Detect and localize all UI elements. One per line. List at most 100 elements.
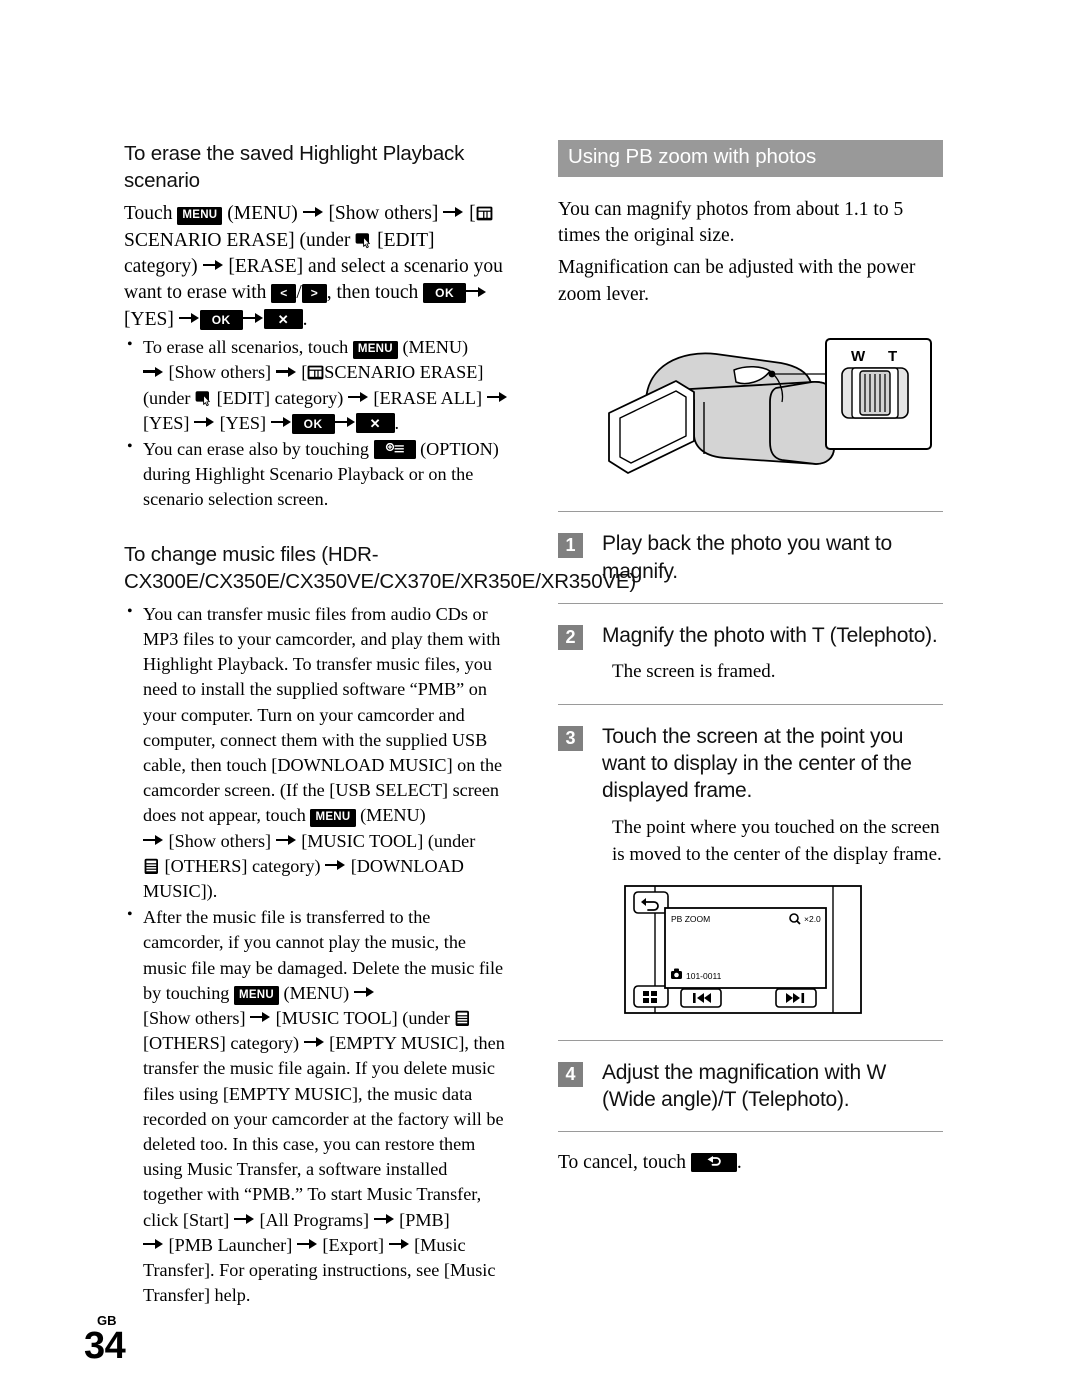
divider bbox=[558, 703, 943, 705]
ok-chip-icon: OK bbox=[199, 309, 243, 330]
show-others-text: [Show others] bbox=[323, 203, 444, 225]
pb-zoom-screen-illustration: PB ZOOM ×2.0 101-0011 bbox=[624, 884, 943, 1020]
page-folio: GB 34 bbox=[84, 1314, 126, 1368]
section-title-pb-zoom: Using PB zoom with photos bbox=[558, 140, 943, 177]
menu-chip-icon: MENU bbox=[177, 206, 223, 226]
option-erase-text: You can erase also by touching bbox=[143, 439, 374, 460]
ok-chip-icon: OK bbox=[423, 283, 467, 304]
arrow-icon bbox=[373, 1213, 395, 1225]
arrow-icon bbox=[388, 1239, 410, 1250]
zoom-lever-t-label: T bbox=[888, 348, 897, 365]
pb-zoom-screen-title: PB ZOOM bbox=[671, 914, 710, 924]
left-column: To erase the saved Highlight Playback sc… bbox=[124, 140, 636, 1309]
divider bbox=[558, 1039, 943, 1041]
page-number: 34 bbox=[84, 1325, 126, 1368]
step-1-title: Play back the photo you want to magnify. bbox=[602, 532, 892, 583]
arrow-icon bbox=[242, 313, 264, 324]
arrow-icon bbox=[296, 1239, 318, 1250]
arrow-icon bbox=[270, 417, 292, 428]
step-2-note: The screen is framed. bbox=[612, 661, 776, 683]
prev-arrow-chip-icon: < bbox=[271, 283, 297, 303]
edit-category-icon bbox=[195, 390, 212, 407]
paragraph-erase-steps: Touch MENU (MENU) [Show others] [SCENARI… bbox=[124, 203, 503, 330]
menu-chip-icon: MENU bbox=[352, 340, 398, 360]
pb-zoom-file-number: 101-0011 bbox=[686, 971, 722, 981]
scenario-erase-text: SCENARIO ERASE] (under bbox=[124, 229, 356, 251]
camcorder-zoom-lever-illustration: W T bbox=[576, 330, 943, 495]
right-column: Using PB zoom with photos You can magnif… bbox=[558, 140, 943, 1179]
others-category-text: [OTHERS] category) bbox=[143, 1033, 304, 1054]
list-item: To erase all scenarios, touch MENU (MENU… bbox=[124, 334, 509, 436]
arrow-icon bbox=[275, 366, 297, 377]
arrow-icon bbox=[178, 313, 200, 324]
cancel-text-after: . bbox=[736, 1152, 742, 1174]
arrow-icon bbox=[486, 391, 508, 403]
arrow-icon bbox=[143, 366, 164, 377]
arrow-icon bbox=[233, 1213, 255, 1225]
period: . bbox=[302, 308, 308, 330]
music-tool-text: [MUSIC TOOL] (under bbox=[271, 1007, 455, 1028]
others-category-icon bbox=[143, 858, 160, 875]
arrow-icon bbox=[250, 1012, 271, 1023]
arrow-icon bbox=[143, 834, 164, 846]
yes-text: [YES] bbox=[215, 412, 271, 433]
show-others-text: [Show others] bbox=[164, 362, 276, 383]
pb-zoom-intro-line-2: Magnification can be adjusted with the p… bbox=[558, 257, 916, 305]
step-number-badge: 1 bbox=[558, 533, 583, 559]
list-item: You can transfer music files from audio … bbox=[124, 601, 509, 904]
heading-change-music-files: To change music files (HDR-CX300E/CX350E… bbox=[124, 542, 636, 593]
arrow-icon bbox=[143, 1239, 164, 1250]
all-programs-text: [All Programs] bbox=[254, 1209, 374, 1230]
arrow-icon bbox=[194, 417, 215, 428]
divider bbox=[558, 511, 943, 513]
arrow-icon bbox=[325, 860, 346, 871]
step-3: 3 Touch the screen at the point you want… bbox=[558, 723, 943, 1020]
others-category-icon bbox=[454, 1010, 471, 1027]
manual-page: To erase the saved Highlight Playback sc… bbox=[0, 0, 1080, 1397]
step-number-badge: 4 bbox=[558, 1061, 583, 1087]
divider bbox=[558, 1131, 943, 1133]
arrow-icon bbox=[303, 1037, 325, 1048]
arrow-icon bbox=[334, 417, 356, 428]
menu-text: (MENU) bbox=[279, 982, 354, 1003]
cancel-instruction: To cancel, touch . bbox=[558, 1150, 943, 1176]
pmb-text: [PMB] bbox=[394, 1209, 450, 1230]
scenario-erase-icon bbox=[476, 205, 493, 222]
option-chip-icon bbox=[373, 440, 416, 460]
pmb-launcher-text: [PMB Launcher] bbox=[164, 1234, 297, 1255]
erase-all-text: To erase all scenarios, touch bbox=[143, 337, 353, 358]
zoom-lever-w-label: W bbox=[851, 348, 866, 365]
show-others-text: [Show others] bbox=[164, 830, 276, 851]
ok-chip-icon: OK bbox=[291, 413, 335, 434]
arrow-icon bbox=[302, 207, 324, 218]
step-1: 1 Play back the photo you want to magnif… bbox=[558, 530, 943, 585]
step-2-title: Magnify the photo with T (Telephoto). bbox=[602, 623, 938, 647]
edit-category-text: [EDIT] category) bbox=[212, 387, 348, 408]
yes-text: [YES] bbox=[124, 308, 179, 330]
arrow-icon bbox=[202, 260, 224, 271]
close-chip-icon: ✕ bbox=[355, 413, 395, 434]
cancel-text-before: To cancel, touch bbox=[558, 1152, 691, 1174]
list-item: After the music file is transferred to t… bbox=[124, 904, 509, 1308]
bracket-open: [ bbox=[464, 203, 476, 225]
arrow-icon bbox=[466, 286, 487, 297]
pb-zoom-intro-line-1: You can magnify photos from about 1.1 to… bbox=[558, 198, 904, 246]
music-tool-text: [MUSIC TOOL] (under bbox=[296, 830, 476, 851]
step-number-badge: 2 bbox=[558, 624, 583, 650]
step-4-title: Adjust the magnification with W (Wide an… bbox=[602, 1060, 887, 1111]
show-others-text: [Show others] bbox=[143, 1007, 251, 1028]
next-arrow-chip-icon: > bbox=[301, 283, 327, 303]
menu-text: (MENU) bbox=[397, 337, 469, 358]
step-number-badge: 3 bbox=[558, 725, 583, 751]
transfer-music-text: You can transfer music files from audio … bbox=[143, 603, 503, 826]
menu-chip-icon: MENU bbox=[310, 808, 356, 828]
step-2: 2 Magnify the photo with T (Telephoto). … bbox=[558, 622, 943, 686]
then-touch-text: , then touch bbox=[326, 282, 424, 304]
period: . bbox=[394, 412, 400, 433]
arrow-icon bbox=[353, 987, 375, 998]
menu-text: (MENU) bbox=[355, 805, 426, 826]
step-3-title: Touch the screen at the point you want t… bbox=[602, 724, 912, 803]
step-4: 4 Adjust the magnification with W (Wide … bbox=[558, 1059, 943, 1114]
arrow-icon bbox=[443, 207, 464, 218]
divider bbox=[558, 602, 943, 604]
